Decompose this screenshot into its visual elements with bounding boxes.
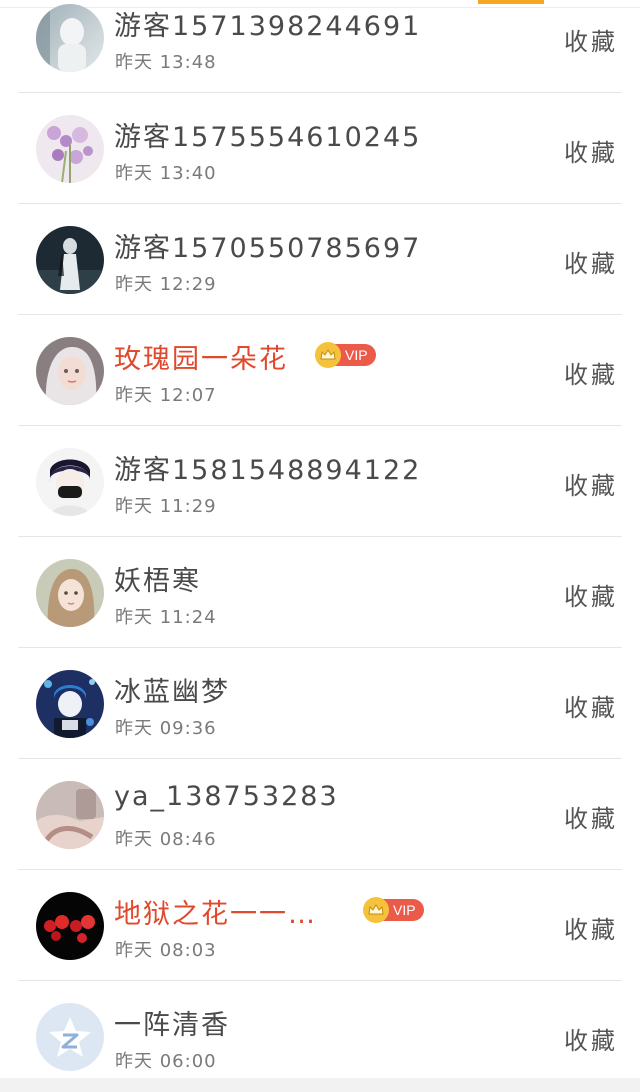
avatar[interactable] [36,448,104,516]
favorite-button[interactable]: 收藏 [564,244,618,279]
avatar[interactable] [36,781,104,849]
visitor-name[interactable]: 一阵清香 [114,1003,230,1042]
avatar-lavender-icon [36,115,104,183]
avatar[interactable] [36,337,104,405]
avatar-red-flowers-icon [36,892,104,960]
avatar-masked-boy-icon [36,448,104,516]
visit-time: 昨天 12:29 [115,274,217,295]
avatar[interactable] [36,559,104,627]
visit-time: 昨天 06:00 [115,1051,217,1072]
visit-time: 昨天 08:03 [115,940,217,961]
crown-icon [363,897,389,923]
visitor-name[interactable]: 游客1581548894122 [114,448,421,487]
visitor-list[interactable]: 游客1571398244691 昨天 13:48 收藏 游客1575554610… [0,0,640,1092]
list-item[interactable]: 玫瑰园一朵花 VIP 昨天 12:07 收藏 [18,315,622,426]
visit-time: 昨天 13:40 [115,163,217,184]
crown-icon [315,342,341,368]
visit-time: 昨天 12:07 [115,385,217,406]
favorite-button[interactable]: 收藏 [564,799,618,834]
visitor-name[interactable]: 妖梧寒 [114,559,201,598]
avatar-anime-girl-icon [36,337,104,405]
avatar-hands-icon [36,781,104,849]
list-item[interactable]: 游客1581548894122 昨天 11:29 收藏 [18,426,622,537]
list-item[interactable]: 游客1570550785697 昨天 12:29 收藏 [18,204,622,315]
favorite-button[interactable]: 收藏 [564,577,618,612]
favorite-button[interactable]: 收藏 [564,1021,618,1056]
avatar[interactable] [36,4,104,72]
list-item[interactable]: ya_138753283 昨天 08:46 收藏 [18,759,622,870]
favorite-button[interactable]: 收藏 [564,688,618,723]
favorite-button[interactable]: 收藏 [564,910,618,945]
avatar-default-star-icon [36,1003,104,1071]
favorite-button[interactable]: 收藏 [564,466,618,501]
list-item[interactable]: 游客1571398244691 昨天 13:48 收藏 [18,0,622,93]
list-item[interactable]: 游客1575554610245 昨天 13:40 收藏 [18,93,622,204]
vip-badge: VIP [315,342,376,368]
list-item[interactable]: 冰蓝幽梦 昨天 09:36 收藏 [18,648,622,759]
list-item[interactable]: 一阵清香 昨天 06:00 收藏 [18,981,622,1092]
vip-badge: VIP [363,897,424,923]
visitor-list-screen: 游客1571398244691 昨天 13:48 收藏 游客1575554610… [0,0,640,1092]
visit-time: 昨天 09:36 [115,718,217,739]
visit-time: 昨天 08:46 [115,829,217,850]
avatar-blue-anime-icon [36,670,104,738]
visitor-name[interactable]: 游客1570550785697 [114,226,421,265]
favorite-button[interactable]: 收藏 [564,355,618,390]
list-item[interactable]: 妖梧寒 昨天 11:24 收藏 [18,537,622,648]
visit-time: 昨天 13:48 [115,52,217,73]
list-item[interactable]: 地狱之花一一… VIP 昨天 08:03 收藏 [18,870,622,981]
visitor-name[interactable]: 游客1571398244691 [114,4,421,43]
avatar-girl-portrait-icon [36,559,104,627]
visitor-name[interactable]: ya_138753283 [114,781,339,812]
bottom-bar [0,1078,640,1092]
visit-time: 昨天 11:29 [115,496,217,517]
favorite-button[interactable]: 收藏 [564,133,618,168]
visitor-name[interactable]: 玫瑰园一朵花 [114,337,288,376]
avatar-dark-figure-icon [36,226,104,294]
favorite-button[interactable]: 收藏 [564,22,618,57]
visitor-name[interactable]: 游客1575554610245 [114,115,421,154]
avatar-photo-icon [36,4,104,72]
avatar[interactable] [36,1003,104,1071]
visitor-name[interactable]: 冰蓝幽梦 [114,670,230,709]
avatar[interactable] [36,115,104,183]
avatar[interactable] [36,892,104,960]
visit-time: 昨天 11:24 [115,607,217,628]
avatar[interactable] [36,226,104,294]
visitor-name[interactable]: 地狱之花一一… [114,892,317,931]
avatar[interactable] [36,670,104,738]
